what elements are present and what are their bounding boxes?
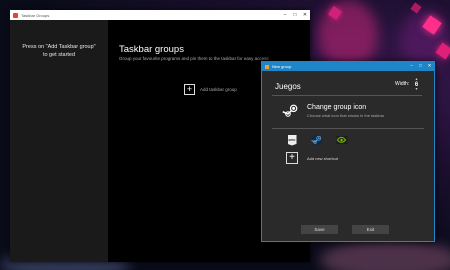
page-subtitle: Group your favourite programs and pin th…: [119, 56, 269, 61]
dialog-maximize-button[interactable]: □: [416, 62, 425, 71]
new-group-dialog: New group – □ ✕ Juegos Width: ▲ 6 ▼ Chan…: [261, 61, 435, 242]
close-button[interactable]: ✕: [300, 10, 310, 20]
add-taskbar-group-label[interactable]: Add taskbar group: [200, 87, 237, 92]
change-group-icon-button[interactable]: Change group icon Choose what icon that …: [282, 102, 384, 120]
chevron-down-icon[interactable]: ▼: [415, 87, 418, 92]
plus-icon[interactable]: +: [286, 152, 298, 164]
add-new-shortcut-label[interactable]: Add new shortcut: [307, 156, 338, 161]
nvidia-icon[interactable]: [336, 134, 348, 146]
epic-games-icon[interactable]: EPIC: [286, 134, 298, 146]
dialog-minimize-button[interactable]: –: [407, 62, 416, 71]
divider: [272, 128, 424, 129]
wallpaper-glow: [320, 240, 450, 270]
wallpaper-glow: [318, 0, 378, 70]
page-title: Taskbar groups: [119, 44, 184, 55]
main-titlebar[interactable]: Taskbar Groups – □ ✕: [10, 10, 310, 20]
shortcut-list: EPIC: [286, 134, 361, 146]
change-icon-title: Change group icon: [307, 104, 367, 111]
epic-logo: EPIC: [287, 134, 297, 146]
save-button[interactable]: Save: [301, 225, 338, 234]
dialog-close-button[interactable]: ✕: [425, 62, 434, 71]
plus-icon[interactable]: +: [184, 84, 195, 95]
group-name-underline: [272, 95, 422, 96]
steam-icon[interactable]: [311, 134, 323, 146]
main-window-title: Taskbar Groups: [21, 12, 50, 18]
dialog-titlebar[interactable]: New group – □ ✕: [262, 62, 434, 71]
maximize-button[interactable]: □: [290, 10, 300, 20]
change-icon-subtitle: Choose what icon that shows in the taskb…: [307, 113, 385, 118]
sidebar: Press on "Add Taskbar group" to get star…: [10, 20, 108, 262]
sidebar-message: Press on "Add Taskbar group" to get star…: [22, 44, 96, 58]
dialog-app-icon: [265, 64, 269, 69]
group-name-input[interactable]: Juegos: [275, 82, 301, 91]
minimize-button[interactable]: –: [280, 10, 290, 20]
app-icon: [13, 12, 18, 18]
width-label: Width:: [395, 81, 410, 87]
exit-button[interactable]: Exit: [352, 225, 389, 234]
change-icon-text: Change group icon Choose what icon that …: [307, 104, 384, 118]
add-new-shortcut-button[interactable]: + Add new shortcut: [286, 152, 338, 164]
dialog-title: New group: [272, 64, 292, 69]
steam-icon[interactable]: [282, 102, 300, 120]
width-stepper[interactable]: ▲ 6 ▼: [413, 77, 420, 92]
add-taskbar-group-button[interactable]: + Add taskbar group: [184, 84, 237, 95]
